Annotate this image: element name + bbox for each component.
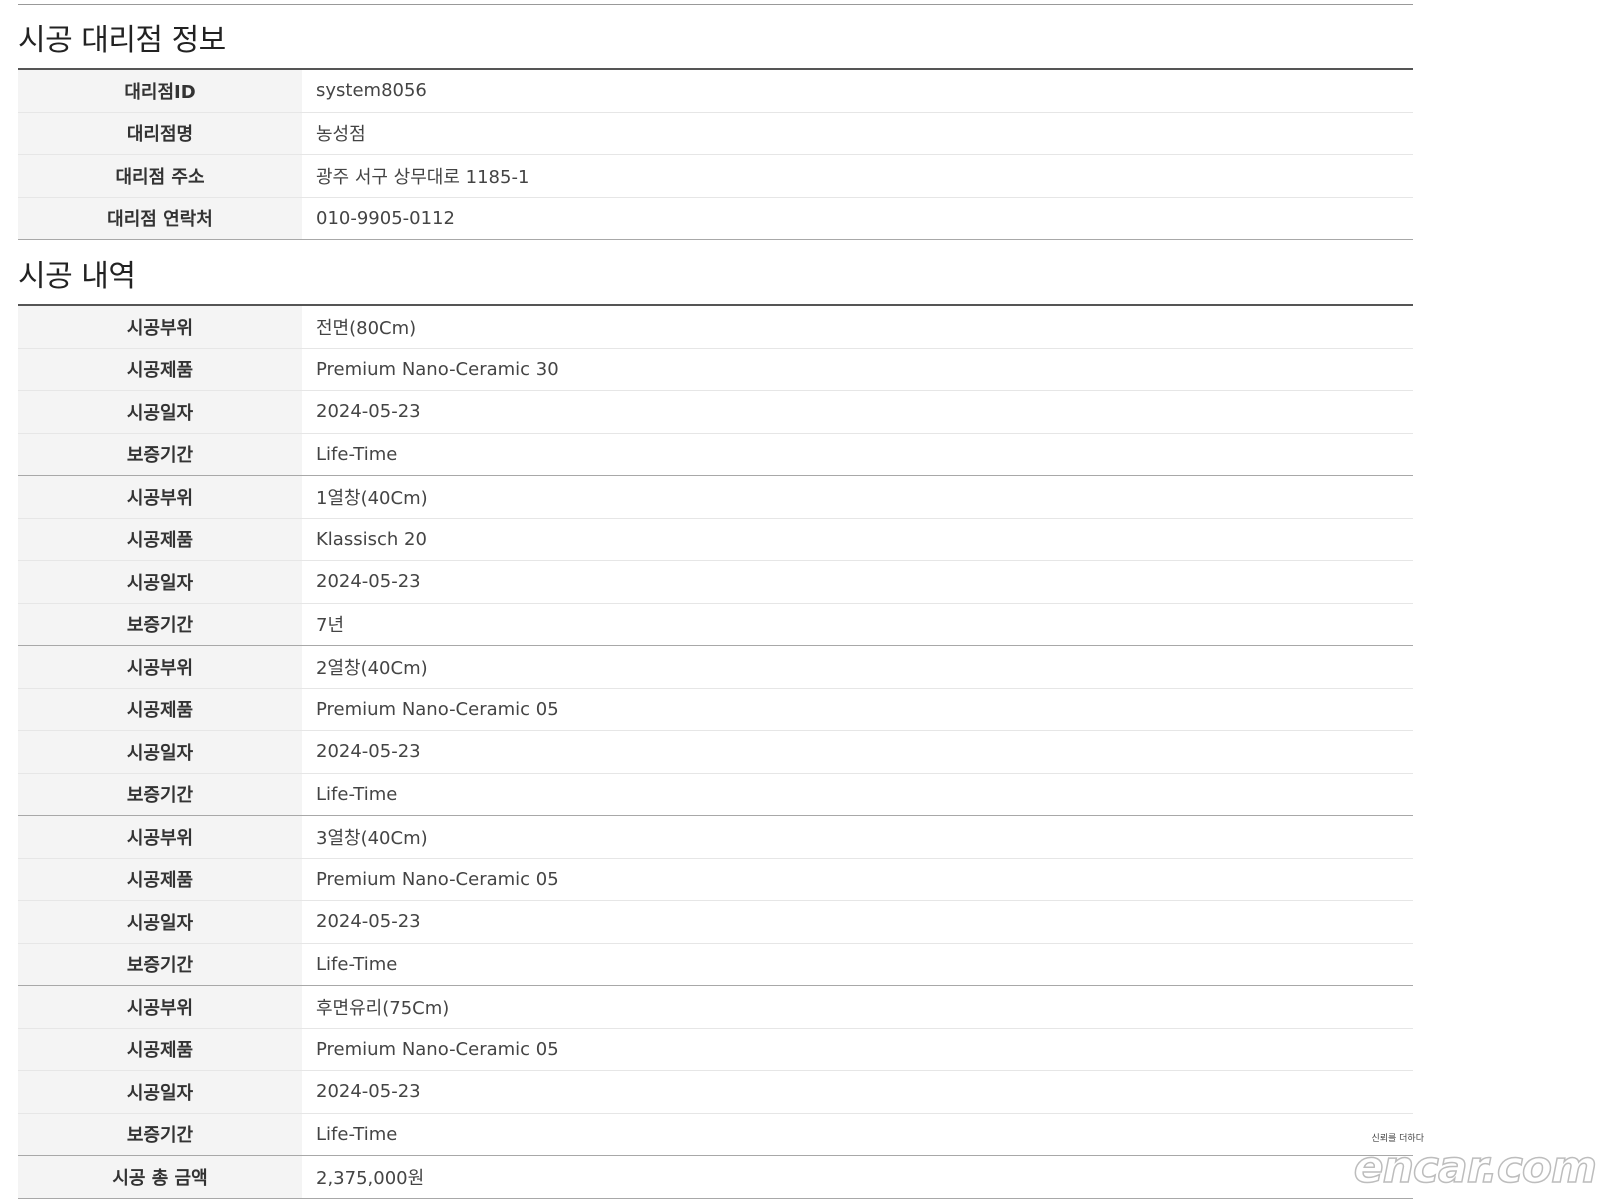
date-label: 시공일자 <box>18 730 302 774</box>
part-value: 1열창(40Cm) <box>302 475 1413 519</box>
encar-watermark: 신뢰를 더하다 encar.com <box>1353 1131 1598 1193</box>
top-divider <box>18 4 1413 5</box>
date-label: 시공일자 <box>18 1070 302 1114</box>
part-value: 3열창(40Cm) <box>302 815 1413 859</box>
table-row: 시공부위 3열창(40Cm) <box>18 815 1413 859</box>
part-label: 시공부위 <box>18 306 302 349</box>
part-label: 시공부위 <box>18 815 302 859</box>
total-row: 시공 총 금액 2,375,000원 <box>18 1155 1413 1199</box>
date-label: 시공일자 <box>18 900 302 944</box>
warranty-label: 보증기간 <box>18 943 302 986</box>
warranty-value: 7년 <box>302 603 1413 646</box>
product-value: Premium Nano-Ceramic 05 <box>302 1028 1413 1071</box>
warranty-label: 보증기간 <box>18 773 302 816</box>
table-row: 시공제품 Klassisch 20 <box>18 518 1413 561</box>
total-amount-label: 시공 총 금액 <box>18 1155 302 1199</box>
warranty-label: 보증기간 <box>18 433 302 476</box>
product-value: Premium Nano-Ceramic 05 <box>302 858 1413 901</box>
date-value: 2024-05-23 <box>302 390 1413 434</box>
table-row: 보증기간 7년 <box>18 603 1413 646</box>
agency-name-label: 대리점명 <box>18 112 302 155</box>
agency-address-value: 광주 서구 상무대로 1185-1 <box>302 154 1413 198</box>
table-row: 대리점 연락처 010-9905-0112 <box>18 197 1413 240</box>
installation-history-title: 시공 내역 <box>18 242 1413 306</box>
table-row: 보증기간 Life-Time <box>18 943 1413 986</box>
table-row: 시공제품 Premium Nano-Ceramic 05 <box>18 858 1413 901</box>
product-value: Premium Nano-Ceramic 30 <box>302 348 1413 391</box>
table-row: 시공일자 2024-05-23 <box>18 900 1413 944</box>
table-row: 시공일자 2024-05-23 <box>18 390 1413 434</box>
warranty-label: 보증기간 <box>18 1113 302 1156</box>
table-row: 시공부위 2열창(40Cm) <box>18 645 1413 689</box>
agency-id-label: 대리점ID <box>18 70 302 113</box>
product-label: 시공제품 <box>18 1028 302 1071</box>
part-label: 시공부위 <box>18 475 302 519</box>
date-value: 2024-05-23 <box>302 1070 1413 1114</box>
table-row: 시공부위 전면(80Cm) <box>18 306 1413 349</box>
table-row: 시공일자 2024-05-23 <box>18 560 1413 604</box>
product-value: Klassisch 20 <box>302 518 1413 561</box>
encar-logo: encar.com <box>1353 1142 1598 1193</box>
product-label: 시공제품 <box>18 858 302 901</box>
date-value: 2024-05-23 <box>302 900 1413 944</box>
table-row: 대리점명 농성점 <box>18 112 1413 155</box>
table-row: 보증기간 Life-Time <box>18 1113 1413 1156</box>
total-amount-value: 2,375,000원 <box>302 1155 1413 1199</box>
table-row: 대리점ID system8056 <box>18 70 1413 113</box>
warranty-label: 보증기간 <box>18 603 302 646</box>
agency-id-value: system8056 <box>302 70 1413 113</box>
table-row: 보증기간 Life-Time <box>18 773 1413 816</box>
installation-history-table: 시공부위 전면(80Cm) 시공제품 Premium Nano-Ceramic … <box>18 306 1413 1199</box>
product-label: 시공제품 <box>18 688 302 731</box>
date-label: 시공일자 <box>18 390 302 434</box>
warranty-value: Life-Time <box>302 1113 1413 1156</box>
part-value: 2열창(40Cm) <box>302 645 1413 689</box>
part-label: 시공부위 <box>18 645 302 689</box>
table-row: 시공일자 2024-05-23 <box>18 1070 1413 1114</box>
installation-history-section: 시공 내역 시공부위 전면(80Cm) 시공제품 Premium Nano-Ce… <box>18 242 1413 1199</box>
agency-contact-value: 010-9905-0112 <box>302 197 1413 240</box>
table-row: 시공부위 후면유리(75Cm) <box>18 985 1413 1029</box>
agency-address-label: 대리점 주소 <box>18 154 302 198</box>
date-label: 시공일자 <box>18 560 302 604</box>
warranty-value: Life-Time <box>302 773 1413 816</box>
agency-info-section: 시공 대리점 정보 대리점ID system8056 대리점명 농성점 대리점 … <box>18 6 1413 240</box>
table-row: 시공제품 Premium Nano-Ceramic 30 <box>18 348 1413 391</box>
warranty-value: Life-Time <box>302 433 1413 476</box>
product-value: Premium Nano-Ceramic 05 <box>302 688 1413 731</box>
date-value: 2024-05-23 <box>302 730 1413 774</box>
agency-contact-label: 대리점 연락처 <box>18 197 302 240</box>
product-label: 시공제품 <box>18 348 302 391</box>
agency-info-table: 대리점ID system8056 대리점명 농성점 대리점 주소 광주 서구 상… <box>18 70 1413 240</box>
agency-info-title: 시공 대리점 정보 <box>18 6 1413 70</box>
table-row: 대리점 주소 광주 서구 상무대로 1185-1 <box>18 154 1413 198</box>
part-label: 시공부위 <box>18 985 302 1029</box>
table-row: 보증기간 Life-Time <box>18 433 1413 476</box>
agency-name-value: 농성점 <box>302 112 1413 155</box>
product-label: 시공제품 <box>18 518 302 561</box>
date-value: 2024-05-23 <box>302 560 1413 604</box>
table-row: 시공제품 Premium Nano-Ceramic 05 <box>18 1028 1413 1071</box>
table-row: 시공일자 2024-05-23 <box>18 730 1413 774</box>
table-row: 시공부위 1열창(40Cm) <box>18 475 1413 519</box>
part-value: 후면유리(75Cm) <box>302 985 1413 1029</box>
table-row: 시공제품 Premium Nano-Ceramic 05 <box>18 688 1413 731</box>
part-value: 전면(80Cm) <box>302 306 1413 349</box>
warranty-value: Life-Time <box>302 943 1413 986</box>
